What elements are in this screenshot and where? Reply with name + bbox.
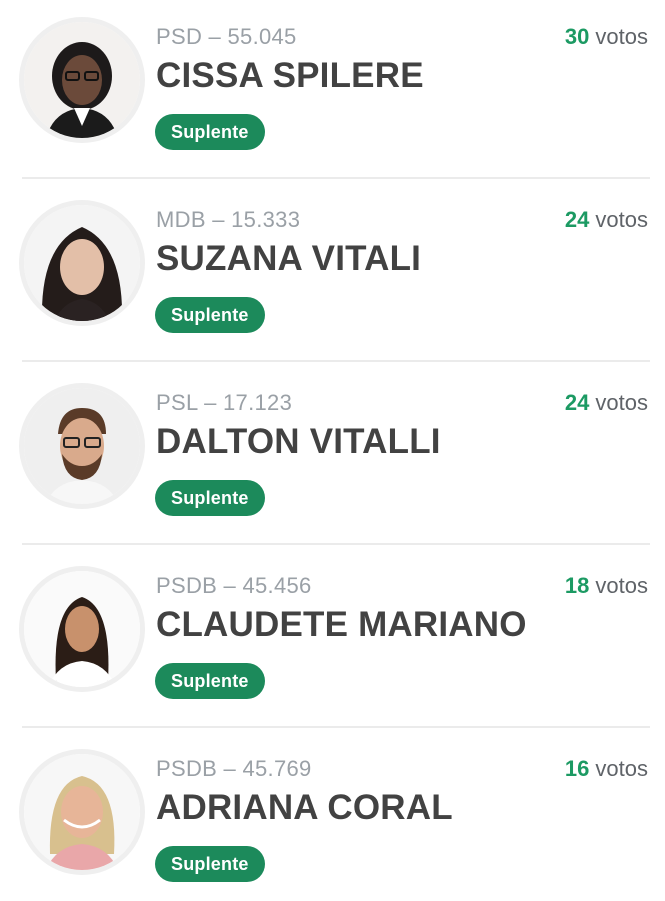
candidate-photo-icon — [24, 754, 140, 870]
status-badge: Suplente — [155, 297, 265, 333]
candidate-avatar — [24, 754, 140, 870]
status-badge: Suplente — [155, 663, 265, 699]
vote-count-unit: votos — [595, 756, 648, 781]
vote-count-unit: votos — [595, 573, 648, 598]
vote-count: 24 votos — [565, 207, 648, 233]
candidate-avatar — [24, 571, 140, 687]
party-number: MDB – 15.333 — [156, 207, 301, 232]
candidate-list: PSD – 55.045 CISSA SPILERE Suplente 30 vo… — [0, 0, 665, 901]
vote-count-number: 18 — [564, 573, 590, 598]
candidate-row[interactable]: MDB – 15.333 SUZANA VITALI Suplente 24 vo… — [22, 183, 650, 366]
vote-count: 18 votos — [565, 573, 648, 599]
vote-count: 30 votos — [565, 24, 648, 50]
vote-count: 16 votos — [565, 756, 648, 782]
vote-count-unit: votos — [595, 207, 648, 232]
candidate-row[interactable]: PSDB – 45.456 CLAUDETE MARIANO Suplente … — [22, 549, 650, 732]
candidate-photo-icon — [24, 22, 140, 138]
row-divider — [22, 543, 650, 545]
candidate-name: CISSA SPILERE — [156, 56, 424, 95]
vote-count-number: 24 — [564, 207, 590, 232]
vote-count: 24 votos — [565, 390, 648, 416]
vote-count-unit: votos — [595, 390, 648, 415]
row-divider — [22, 726, 650, 728]
candidate-name: CLAUDETE MARIANO — [156, 605, 527, 644]
candidate-avatar — [24, 388, 140, 504]
status-badge: Suplente — [155, 846, 265, 882]
status-badge: Suplente — [155, 480, 265, 516]
vote-count-number: 16 — [564, 756, 590, 781]
candidate-avatar — [24, 205, 140, 321]
candidate-photo-icon — [24, 388, 140, 504]
candidate-name: DALTON VITALLI — [156, 422, 441, 461]
party-number: PSDB – 45.456 — [156, 573, 312, 598]
party-number: PSL – 17.123 — [156, 390, 293, 415]
candidate-name: SUZANA VITALI — [156, 239, 422, 278]
candidate-row[interactable]: PSL – 17.123 DALTON VITALLI Suplente 24 v… — [22, 366, 650, 549]
candidate-photo-icon — [24, 571, 140, 687]
vote-count-unit: votos — [595, 24, 648, 49]
vote-count-number: 30 — [564, 24, 590, 49]
party-number: PSD – 55.045 — [156, 24, 297, 49]
candidate-name: ADRIANA CORAL — [156, 788, 453, 827]
row-divider — [22, 177, 650, 179]
candidate-avatar — [24, 22, 140, 138]
vote-count-number: 24 — [564, 390, 590, 415]
status-badge: Suplente — [155, 114, 265, 150]
party-number: PSDB – 45.769 — [156, 756, 312, 781]
candidate-row[interactable]: PSDB – 45.769 ADRIANA CORAL Suplente 16 v… — [22, 732, 650, 901]
candidate-photo-icon — [24, 205, 140, 321]
candidate-row[interactable]: PSD – 55.045 CISSA SPILERE Suplente 30 vo… — [22, 0, 650, 183]
row-divider — [22, 360, 650, 362]
